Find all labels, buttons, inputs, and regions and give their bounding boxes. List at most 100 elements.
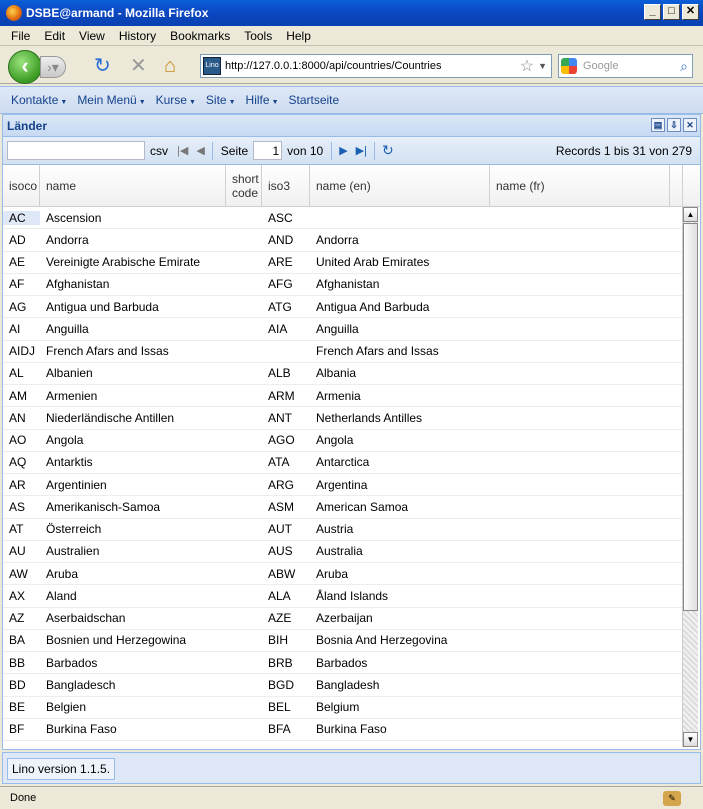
cell-name[interactable]: Armenien — [40, 389, 226, 403]
cell-isoco[interactable]: BA — [3, 633, 40, 647]
cell-name[interactable]: Anguilla — [40, 322, 226, 336]
quick-filter-input[interactable] — [7, 141, 145, 160]
csv-button[interactable]: csv — [145, 144, 173, 158]
url-dropdown-icon[interactable]: ▼ — [538, 61, 547, 71]
cell-isoco[interactable]: AN — [3, 411, 40, 425]
cell-en[interactable]: Andorra — [310, 233, 490, 247]
url-text[interactable]: http://127.0.0.1:8000/api/countries/Coun… — [225, 60, 520, 72]
cell-isoco[interactable]: BF — [3, 722, 40, 736]
col-header-short-code[interactable]: short code — [226, 165, 262, 206]
bookmark-star-icon[interactable]: ☆ — [520, 56, 534, 76]
table-row[interactable]: AL Albanien ALB Albania — [3, 363, 683, 385]
menu-file[interactable]: File — [4, 29, 37, 43]
col-header-name[interactable]: name — [40, 165, 226, 206]
cell-isoco[interactable]: AE — [3, 255, 40, 269]
cell-name[interactable]: Bangladesch — [40, 678, 226, 692]
cell-en[interactable]: Anguilla — [310, 322, 490, 336]
cell-iso3[interactable]: ATA — [262, 455, 310, 469]
cell-iso3[interactable]: ABW — [262, 567, 310, 581]
cell-en[interactable]: Australia — [310, 544, 490, 558]
table-row[interactable]: AO Angola AGO Angola — [3, 430, 683, 452]
cell-name[interactable]: Barbados — [40, 656, 226, 670]
cell-name[interactable]: Österreich — [40, 522, 226, 536]
cell-name[interactable]: Niederländische Antillen — [40, 411, 226, 425]
cell-isoco[interactable]: AW — [3, 567, 40, 581]
table-row[interactable]: AZ Aserbaidschan AZE Azerbaijan — [3, 608, 683, 630]
cell-iso3[interactable]: ARE — [262, 255, 310, 269]
cell-iso3[interactable]: BFA — [262, 722, 310, 736]
cell-name[interactable]: Albanien — [40, 366, 226, 380]
cell-isoco[interactable]: AI — [3, 322, 40, 336]
table-row[interactable]: AIDJ French Afars and Issas French Afars a… — [3, 341, 683, 363]
cell-name[interactable]: Afghanistan — [40, 277, 226, 291]
cell-isoco[interactable]: AT — [3, 522, 40, 536]
search-bar[interactable]: Google ⌕ — [558, 54, 693, 78]
cell-en[interactable]: Burkina Faso — [310, 722, 490, 736]
menu-kurse[interactable]: Kurse ▼ — [151, 93, 201, 107]
refresh-icon[interactable]: ↻ — [378, 142, 398, 159]
cell-en[interactable]: Afghanistan — [310, 277, 490, 291]
table-row[interactable]: AR Argentinien ARG Argentina — [3, 474, 683, 497]
stop-icon[interactable]: ✕ — [130, 55, 147, 77]
cell-en[interactable]: American Samoa — [310, 500, 490, 514]
close-icon[interactable]: ✕ — [683, 118, 697, 132]
cell-isoco[interactable]: AO — [3, 433, 40, 447]
cell-name[interactable]: Antarktis — [40, 455, 226, 469]
cell-en[interactable]: Argentina — [310, 478, 490, 492]
cell-name[interactable]: French Afars and Issas — [40, 344, 226, 358]
table-row[interactable]: AU Australien AUS Australia — [3, 541, 683, 563]
cell-iso3[interactable]: ASC — [262, 211, 310, 225]
cell-iso3[interactable]: AND — [262, 233, 310, 247]
menu-edit[interactable]: Edit — [37, 29, 72, 43]
google-icon[interactable] — [561, 58, 577, 74]
table-row[interactable]: AX Aland ALA Åland Islands — [3, 585, 683, 608]
cell-iso3[interactable]: AUT — [262, 522, 310, 536]
table-row[interactable]: AF Afghanistan AFG Afghanistan — [3, 274, 683, 296]
url-bar[interactable]: Lino http://127.0.0.1:8000/api/countries… — [200, 54, 552, 78]
cell-en[interactable]: French Afars and Issas — [310, 344, 490, 358]
cell-name[interactable]: Aserbaidschan — [40, 611, 226, 625]
cell-iso3[interactable]: AUS — [262, 544, 310, 558]
col-header-name-en[interactable]: name (en) — [310, 165, 490, 206]
menu-bookmarks[interactable]: Bookmarks — [163, 29, 237, 43]
cell-isoco[interactable]: AS — [3, 500, 40, 514]
table-row[interactable]: AD Andorra AND Andorra — [3, 229, 683, 252]
cell-isoco[interactable]: AQ — [3, 455, 40, 469]
cell-en[interactable]: Bangladesh — [310, 678, 490, 692]
scroll-thumb[interactable] — [683, 223, 698, 611]
menu-kontakte[interactable]: Kontakte ▼ — [6, 93, 72, 107]
cell-en[interactable]: United Arab Emirates — [310, 255, 490, 269]
table-row[interactable]: AT Österreich AUT Austria — [3, 519, 683, 541]
cell-name[interactable]: Burkina Faso — [40, 722, 226, 736]
cell-name[interactable]: Vereinigte Arabische Emirate — [40, 255, 226, 269]
cell-isoco[interactable]: AZ — [3, 611, 40, 625]
cell-en[interactable]: Azerbaijan — [310, 611, 490, 625]
maximize-button[interactable]: □ — [663, 4, 680, 20]
forward-button[interactable]: ›▾ — [40, 56, 66, 78]
cell-isoco[interactable]: AM — [3, 389, 40, 403]
cell-en[interactable]: Barbados — [310, 656, 490, 670]
cell-isoco[interactable]: AX — [3, 589, 40, 603]
cell-en[interactable]: Bosnia And Herzegovina — [310, 633, 490, 647]
cell-isoco[interactable]: AD — [3, 233, 40, 247]
cell-name[interactable]: Angola — [40, 433, 226, 447]
cell-iso3[interactable]: BEL — [262, 700, 310, 714]
reload-icon[interactable]: ↻ — [94, 55, 111, 77]
cell-en[interactable]: Aruba — [310, 567, 490, 581]
table-row[interactable]: BB Barbados BRB Barbados — [3, 652, 683, 675]
cell-isoco[interactable]: AR — [3, 478, 40, 492]
page-input[interactable] — [253, 141, 283, 160]
cell-isoco[interactable]: AF — [3, 277, 40, 291]
search-placeholder[interactable]: Google — [579, 60, 680, 72]
cell-isoco[interactable]: AIDJ — [3, 344, 40, 358]
cell-isoco[interactable]: AU — [3, 544, 40, 558]
cell-en[interactable]: Belgium — [310, 700, 490, 714]
menu-help[interactable]: Help — [279, 29, 318, 43]
cell-en[interactable]: Antarctica — [310, 455, 490, 469]
cell-en[interactable]: Angola — [310, 433, 490, 447]
cell-iso3[interactable]: ARM — [262, 389, 310, 403]
menu-startseite[interactable]: Startseite — [284, 93, 345, 107]
addon-icon[interactable]: ✎ — [663, 791, 681, 806]
cell-name[interactable]: Ascension — [40, 211, 226, 225]
col-header-isoco[interactable]: isoco — [3, 165, 40, 206]
